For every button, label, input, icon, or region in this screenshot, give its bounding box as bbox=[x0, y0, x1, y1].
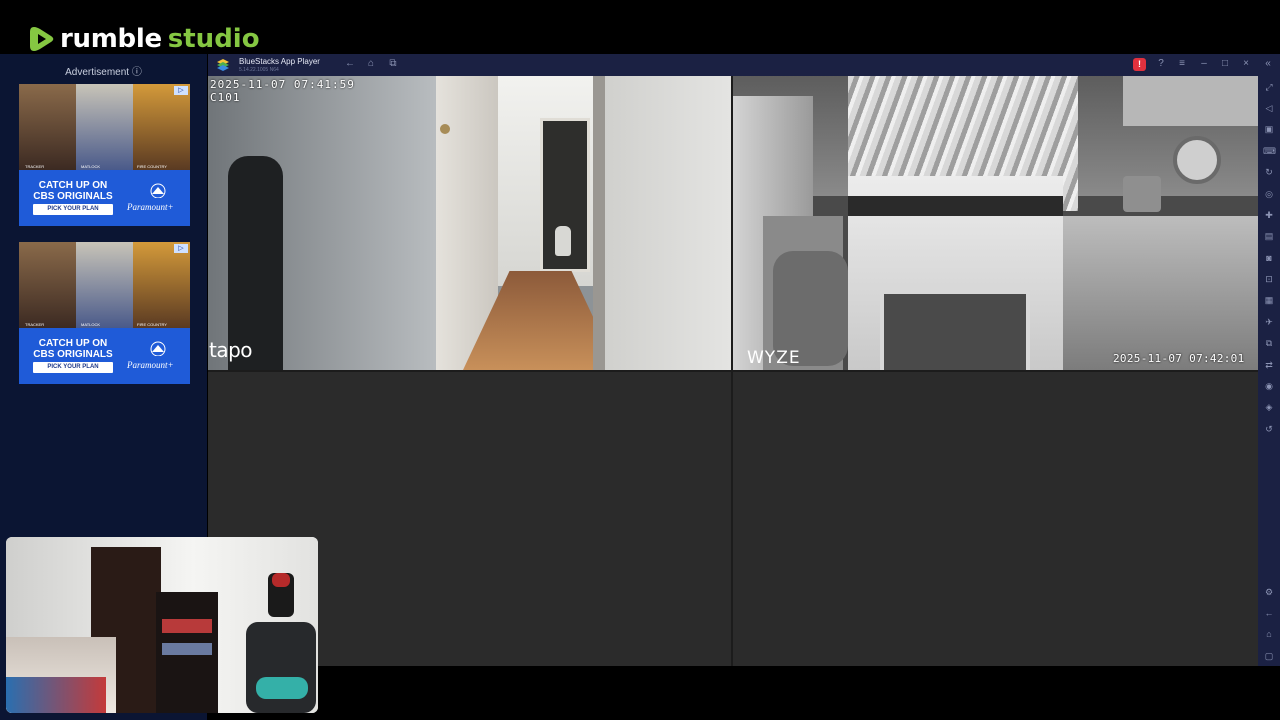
gamepad-icon[interactable]: ✚ bbox=[1263, 209, 1275, 221]
camera-feed-wyze[interactable]: WYZE 2025-11-07 07:42:01 bbox=[733, 76, 1258, 370]
home-icon[interactable]: ⌂ bbox=[365, 58, 377, 70]
maximize-icon[interactable]: □ bbox=[1219, 58, 1231, 70]
paramount-mountain-icon bbox=[150, 341, 166, 356]
ad-show-name: FIRE COUNTRY bbox=[137, 164, 167, 169]
ad-cta-button[interactable]: PICK YOUR PLAN bbox=[33, 204, 113, 215]
bluestacks-sidebar bbox=[1258, 76, 1280, 666]
collapse-sidebar-icon[interactable]: « bbox=[1262, 58, 1274, 70]
ad-brand: Paramount+ bbox=[127, 360, 174, 370]
rotate-icon[interactable]: ↻ bbox=[1263, 166, 1275, 178]
record-icon[interactable]: ⊡ bbox=[1263, 273, 1275, 285]
window-version: 5.14.22.1005 N64 bbox=[239, 67, 279, 73]
ad-photo-strip bbox=[19, 84, 190, 170]
menu-icon[interactable]: ≡ bbox=[1176, 58, 1188, 70]
settings-icon[interactable]: ⚙ bbox=[1263, 586, 1275, 598]
studio-word: studio bbox=[167, 24, 260, 54]
window-title: BlueStacks App Player bbox=[239, 57, 320, 66]
adchoices-icon[interactable]: ▷ bbox=[174, 244, 188, 253]
screen-record-icon[interactable]: ▣ bbox=[1263, 123, 1275, 135]
location-icon[interactable]: ◉ bbox=[1263, 380, 1275, 392]
screenshot-icon[interactable]: ◙ bbox=[1263, 252, 1275, 264]
apk-install-icon[interactable]: ✈ bbox=[1263, 316, 1275, 328]
rumble-play-icon bbox=[30, 27, 54, 51]
volume-icon[interactable]: ◁ bbox=[1263, 102, 1275, 114]
ad-show-name: TRACKER bbox=[25, 322, 45, 327]
bluestacks-logo-icon bbox=[217, 59, 229, 71]
rumble-word: rumble bbox=[60, 24, 162, 54]
layers-icon[interactable]: ◈ bbox=[1263, 401, 1275, 413]
paramount-ad-1[interactable]: TRACKER MATLOCK FIRE COUNTRY ▷ CATCH UP … bbox=[19, 84, 190, 226]
eco-mode-icon[interactable]: ↺ bbox=[1263, 423, 1275, 435]
fullscreen-icon[interactable]: ⤢ bbox=[1263, 81, 1275, 93]
grid-divider-horizontal bbox=[208, 370, 1258, 372]
keyboard-controls-icon[interactable]: ⌨ bbox=[1263, 145, 1276, 157]
paramount-ad-2[interactable]: TRACKER MATLOCK FIRE COUNTRY ▷ CATCH UP … bbox=[19, 242, 190, 384]
multi-instance-icon[interactable]: ⧉ bbox=[387, 58, 399, 70]
macro-icon[interactable]: ⧉ bbox=[1263, 337, 1275, 349]
notification-icon[interactable]: ! bbox=[1133, 58, 1146, 71]
multi-instance-icon[interactable]: ▦ bbox=[1263, 294, 1275, 306]
camera-brand-watermark: tapo bbox=[209, 338, 253, 362]
ad-brand: Paramount+ bbox=[127, 202, 174, 212]
minimize-icon[interactable]: – bbox=[1198, 58, 1210, 70]
back-icon[interactable]: ← bbox=[1263, 607, 1275, 619]
home-icon[interactable]: ⌂ bbox=[1263, 628, 1275, 640]
paramount-mountain-icon bbox=[150, 183, 166, 198]
ad-show-name: MATLOCK bbox=[81, 322, 101, 327]
camera-timestamp: 2025-11-07 07:42:01 bbox=[1113, 352, 1245, 365]
camera-brand-watermark: WYZE bbox=[747, 348, 801, 368]
ad-show-name: FIRE COUNTRY bbox=[137, 322, 167, 327]
shake-icon[interactable]: ◎ bbox=[1263, 188, 1275, 200]
streamer-webcam bbox=[6, 537, 318, 713]
ad-cta-button[interactable]: PICK YOUR PLAN bbox=[33, 362, 113, 373]
camera-timestamp: 2025-11-07 07:41:59 C101 bbox=[210, 78, 355, 104]
ad-show-name: TRACKER bbox=[25, 164, 45, 169]
ad-headline: CATCH UP ON CBS ORIGINALS bbox=[33, 338, 113, 360]
adchoices-icon[interactable]: ▷ bbox=[174, 86, 188, 95]
media-manager-icon[interactable]: ▤ bbox=[1263, 230, 1275, 242]
rumble-studio-logo[interactable]: rumble studio bbox=[30, 24, 260, 54]
help-icon[interactable]: ? bbox=[1155, 58, 1167, 70]
ad-photo-strip bbox=[19, 242, 190, 328]
close-icon[interactable]: × bbox=[1240, 58, 1252, 70]
back-icon[interactable]: ← bbox=[344, 58, 356, 70]
ad-headline: CATCH UP ON CBS ORIGINALS bbox=[33, 180, 113, 202]
sync-icon[interactable]: ⇄ bbox=[1263, 359, 1275, 371]
advertisement-label: Advertisement ⓘ bbox=[65, 67, 142, 78]
camera-feed-tapo[interactable]: 2025-11-07 07:41:59 C101 tapo bbox=[208, 76, 731, 370]
ad-show-name: MATLOCK bbox=[81, 164, 101, 169]
recent-apps-icon[interactable]: ▢ bbox=[1263, 650, 1275, 662]
